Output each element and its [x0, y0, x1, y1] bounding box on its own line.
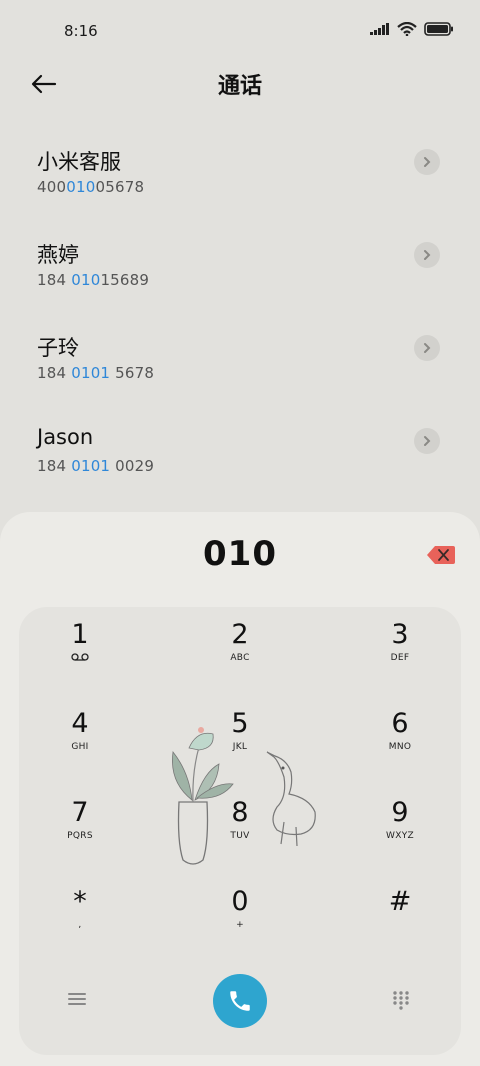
key-4[interactable]: 4 GHI — [20, 696, 140, 776]
keypad: 1 2 ABC 3 DEF 4 GHI 5 JKL 6 MNO 7 PQRS 8… — [19, 607, 461, 1055]
dialpad-toggle-button[interactable] — [391, 990, 415, 1014]
status-bar: 8:16 — [0, 0, 480, 62]
battery-icon — [424, 22, 453, 36]
header: 通话 — [0, 62, 480, 106]
status-icons — [370, 22, 454, 36]
chevron-right-icon — [424, 250, 431, 260]
key-1[interactable]: 1 — [20, 607, 140, 687]
chevron-right-icon — [424, 157, 431, 167]
contact-name: 燕婷 — [37, 243, 79, 267]
backspace-icon — [427, 546, 455, 564]
contact-row[interactable]: 子玲 184 0101 5678 — [0, 314, 480, 407]
dialed-number: 010 — [203, 534, 277, 574]
contact-row[interactable]: 燕婷 184 01015689 — [0, 221, 480, 314]
contact-name: 小米客服 — [37, 150, 121, 174]
contact-detail-button[interactable] — [414, 335, 440, 361]
contact-row[interactable]: 小米客服 40001005678 — [0, 128, 480, 221]
phone-icon — [230, 991, 250, 1011]
key-7[interactable]: 7 PQRS — [20, 785, 140, 865]
contact-number: 184 01015689 — [37, 271, 150, 289]
contact-name: 子玲 — [37, 336, 79, 360]
key-3[interactable]: 3 DEF — [340, 607, 460, 687]
menu-button[interactable] — [67, 991, 91, 1011]
page-title: 通话 — [217, 74, 262, 99]
contact-number: 40001005678 — [37, 178, 145, 196]
key-8[interactable]: 8 TUV — [180, 785, 300, 865]
contact-list: 小米客服 40001005678 燕婷 184 01015689 子玲 184 … — [0, 128, 480, 500]
key-5[interactable]: 5 JKL — [180, 696, 300, 776]
key-hash[interactable]: # — [340, 874, 460, 954]
key-9[interactable]: 9 WXYZ — [340, 785, 460, 865]
contact-detail-button[interactable] — [414, 149, 440, 175]
contact-detail-button[interactable] — [414, 242, 440, 268]
contact-detail-button[interactable] — [414, 428, 440, 454]
number-match: 0101 — [71, 364, 111, 382]
key-6[interactable]: 6 MNO — [340, 696, 460, 776]
chevron-right-icon — [424, 343, 431, 353]
backspace-button[interactable] — [426, 544, 456, 566]
key-0[interactable]: 0 + — [180, 874, 300, 954]
signal-icon — [370, 23, 389, 35]
contact-number: 184 0101 0029 — [37, 457, 155, 475]
voicemail-icon — [20, 653, 140, 664]
menu-icon — [68, 993, 86, 1005]
key-2[interactable]: 2 ABC — [180, 607, 300, 687]
contact-name: Jason — [37, 425, 94, 449]
contact-number: 184 0101 5678 — [37, 364, 155, 382]
dialer-sheet: 010 1 2 ABC 3 DEF 4 GHI 5 JKL 6 MNO 7 PQ… — [0, 512, 480, 1066]
chevron-right-icon — [424, 436, 431, 446]
dialpad-icon — [393, 991, 409, 1010]
status-time: 8:16 — [64, 22, 98, 40]
key-star[interactable]: * , — [20, 874, 140, 954]
number-match: 0101 — [71, 457, 111, 475]
number-match: 010 — [66, 178, 96, 196]
contact-row[interactable]: Jason 184 0101 0029 — [0, 407, 480, 500]
wifi-icon — [397, 22, 417, 36]
call-button[interactable] — [213, 974, 267, 1028]
number-match: 010 — [71, 271, 101, 289]
